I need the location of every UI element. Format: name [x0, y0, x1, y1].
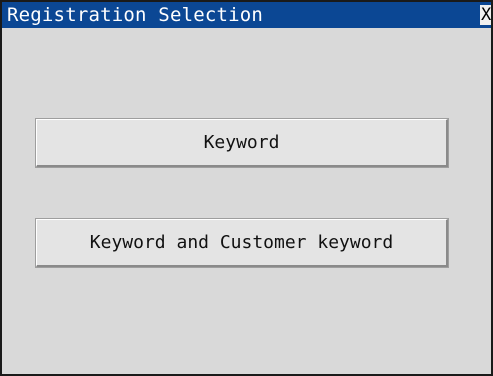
- close-button[interactable]: X: [480, 5, 492, 25]
- keyword-button[interactable]: Keyword: [36, 119, 448, 167]
- registration-selection-dialog: Registration Selection X Keyword Keyword…: [0, 0, 493, 376]
- keyword-and-customer-keyword-button-label: Keyword and Customer keyword: [89, 232, 394, 253]
- keyword-button-label: Keyword: [203, 132, 280, 153]
- title-bar: Registration Selection X: [2, 2, 491, 28]
- close-icon: X: [481, 5, 492, 25]
- keyword-and-customer-keyword-button[interactable]: Keyword and Customer keyword: [36, 219, 448, 267]
- dialog-title: Registration Selection: [7, 4, 264, 26]
